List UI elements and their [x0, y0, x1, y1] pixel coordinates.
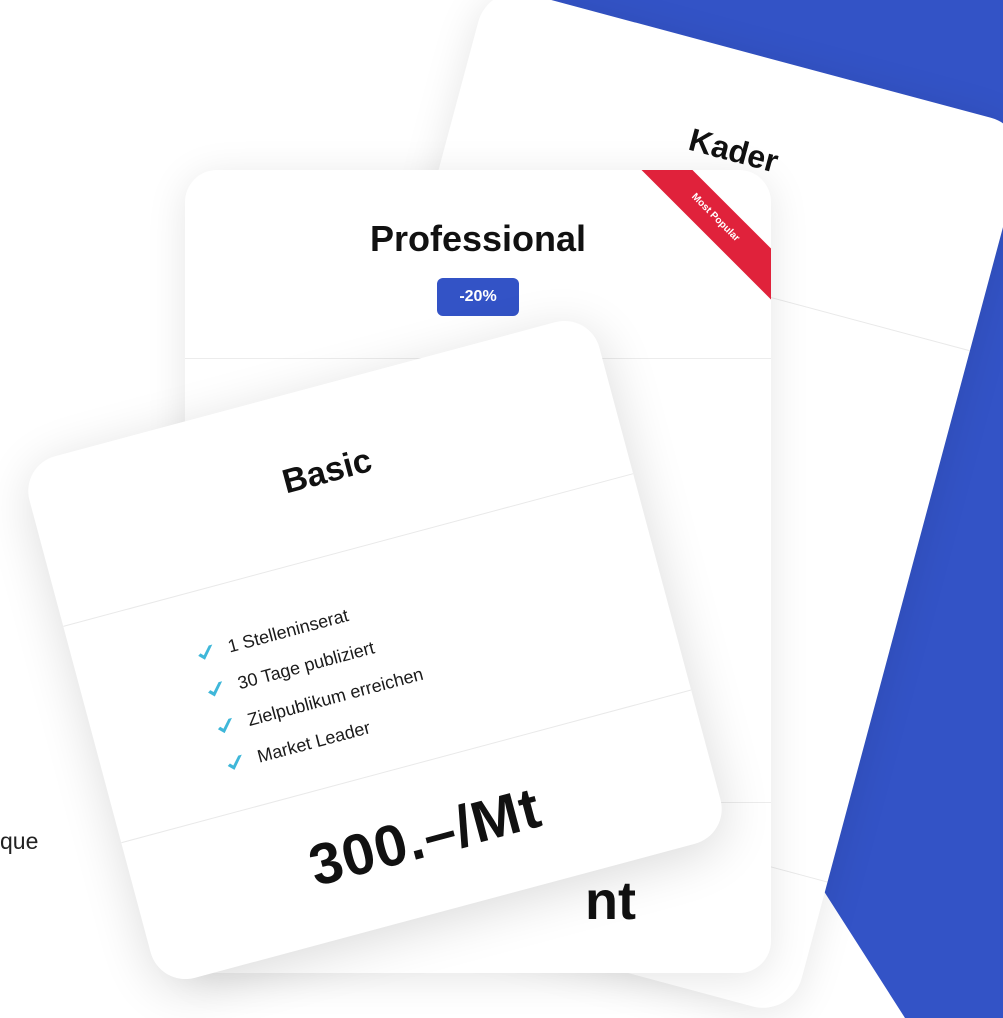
check-icon — [198, 644, 213, 660]
left-text-fragment: que — [0, 828, 39, 854]
ribbon-label: Most Popular — [641, 170, 771, 300]
pricing-stage: que Kader Professional -20% Most Popular… — [0, 0, 1003, 1018]
price-fragment: nt — [585, 871, 636, 931]
most-popular-ribbon: Most Popular — [641, 170, 771, 300]
discount-badge: -20% — [437, 278, 519, 316]
feature-list: 1 Stelleninserat 30 Tage publiziert Ziel… — [190, 582, 437, 784]
check-icon — [208, 681, 223, 697]
check-icon — [217, 717, 232, 734]
check-icon — [227, 754, 242, 770]
